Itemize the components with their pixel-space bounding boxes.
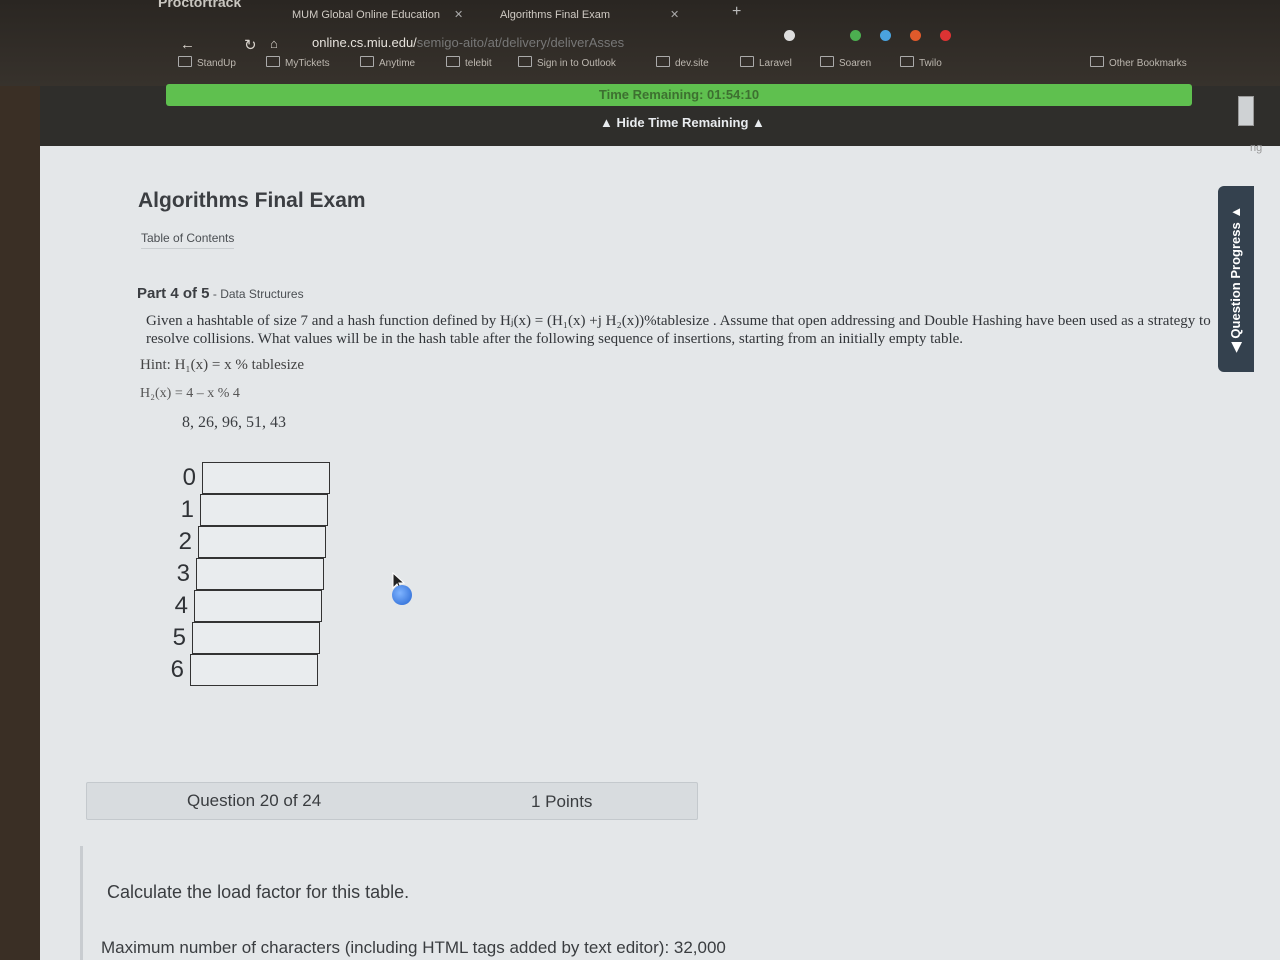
question-points: 1 Points — [531, 792, 593, 811]
bookmark-soaren[interactable]: Soaren — [820, 56, 871, 69]
page-title: Algorithms Final Exam — [138, 189, 366, 212]
part-heading: Part 4 of 5 - Data Structures — [137, 285, 304, 302]
bookmark-icon — [178, 56, 192, 67]
slot-index: 5 — [172, 624, 186, 651]
side-text: ng — [1250, 142, 1263, 154]
question-number: Question 20 of 24 — [187, 791, 322, 810]
part-number: Part 4 of 5 — [137, 285, 210, 302]
hint-h2: H₂(x) = 4 – x % 4 — [140, 386, 240, 401]
folder-icon — [820, 56, 834, 67]
question-header-bar: Question 20 of 24 1 Points — [86, 782, 698, 820]
slot-index: 6 — [170, 656, 184, 683]
browser-tab-mum[interactable]: MUM Global Online Education ✕ — [292, 4, 463, 26]
question-body: Calculate the load factor for this table… — [80, 846, 1280, 960]
proctor-label: Proctortrack — [158, 0, 242, 10]
bookmark-icon — [446, 56, 460, 67]
extension-icon[interactable] — [880, 30, 891, 41]
folder-icon — [656, 56, 670, 67]
exam-page: Time Remaining: 01:54:10 ▲ Hide Time Rem… — [40, 84, 1280, 960]
slot-index: 1 — [180, 496, 194, 523]
slot-index: 3 — [176, 560, 190, 587]
bookmark-telebit[interactable]: telebit — [446, 56, 492, 69]
url-path: semigo-aito/at/delivery/deliverAsses — [416, 35, 625, 50]
bookmark-laravel[interactable]: Laravel — [740, 56, 792, 69]
slot-cell — [194, 590, 322, 622]
slot-cell — [190, 654, 318, 686]
reload-icon[interactable]: ↻ — [244, 36, 257, 54]
browser-tab-exam[interactable]: Algorithms Final Exam ✕ — [500, 4, 679, 26]
browser-chrome: Proctortrack MUM Global Online Education… — [0, 0, 1280, 86]
close-icon[interactable]: ✕ — [670, 9, 679, 21]
address-bar[interactable]: online.cs.miu.edu/semigo-aito/at/deliver… — [312, 32, 712, 54]
insertion-sequence: 8, 26, 96, 51, 43 — [182, 414, 286, 431]
tab-label: Algorithms Final Exam — [500, 9, 611, 21]
loading-indicator-icon — [392, 585, 412, 605]
bookmark-mytickets[interactable]: MyTickets — [266, 56, 330, 69]
question-progress-label: ◀ Question Progress ▲ — [1228, 205, 1243, 353]
slot-index: 2 — [178, 528, 192, 555]
folder-icon — [900, 56, 914, 67]
hide-time-remaining-button[interactable]: ▲ Hide Time Remaining ▲ — [600, 115, 765, 130]
hint-h1: Hint: H₁(x) = x % tablesize — [140, 357, 305, 373]
scrollbar-thumb[interactable] — [1238, 96, 1254, 126]
slot-index: 4 — [174, 592, 188, 619]
extension-icon[interactable] — [910, 30, 921, 41]
bookmark-anytime[interactable]: Anytime — [360, 56, 415, 69]
bookmark-standup[interactable]: StandUp — [178, 56, 236, 69]
back-icon[interactable]: ← — [180, 36, 195, 53]
extension-icon[interactable] — [940, 30, 951, 41]
max-characters-note: Maximum number of characters (including … — [101, 938, 726, 957]
bookmark-icon — [360, 56, 374, 67]
bookmark-devsite[interactable]: dev.site — [656, 56, 709, 69]
part-section: - Data Structures — [209, 287, 304, 301]
new-tab-button[interactable]: + — [732, 3, 741, 21]
slot-cell — [200, 494, 328, 526]
folder-icon — [740, 56, 754, 67]
slot-cell — [192, 622, 320, 654]
time-remaining-bar: Time Remaining: 01:54:10 — [166, 84, 1192, 106]
bookmark-outlook[interactable]: Sign in to Outlook — [518, 56, 616, 69]
home-icon[interactable]: ⌂ — [270, 36, 278, 51]
question-text: Given a hashtable of size 7 and a hash f… — [146, 313, 1211, 347]
slot-cell — [196, 558, 324, 590]
slot-index: 0 — [182, 464, 196, 491]
tab-label: MUM Global Online Education — [292, 9, 440, 21]
extension-icon[interactable] — [784, 30, 795, 41]
slot-cell — [202, 462, 330, 494]
load-factor-question: Calculate the load factor for this table… — [107, 882, 410, 902]
bookmark-icon — [266, 56, 280, 67]
table-of-contents-link[interactable]: Table of Contents — [141, 231, 235, 249]
folder-icon — [1090, 56, 1104, 67]
extension-icon[interactable] — [850, 30, 861, 41]
close-icon[interactable]: ✕ — [454, 9, 463, 21]
question-progress-tab[interactable]: ◀ Question Progress ▲ — [1218, 186, 1254, 372]
url-text: online.cs.miu.edu/ — [312, 35, 417, 50]
bookmark-twilo[interactable]: Twilo — [900, 56, 942, 69]
bookmark-icon — [518, 56, 532, 67]
other-bookmarks[interactable]: Other Bookmarks — [1090, 56, 1187, 69]
slot-cell — [198, 526, 326, 558]
